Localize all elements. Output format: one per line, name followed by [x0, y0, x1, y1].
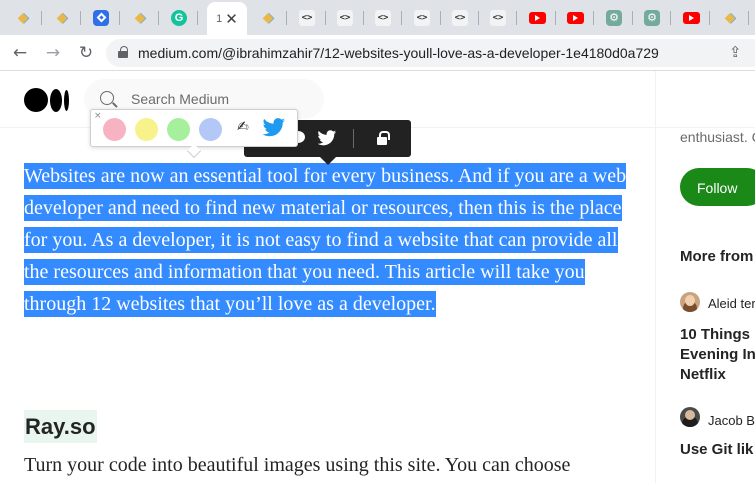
- medium-logo-icon[interactable]: [24, 87, 70, 113]
- story-author[interactable]: Jacob Be: [708, 413, 755, 428]
- tooltip-divider: [353, 129, 354, 148]
- gem-icon: ◆: [17, 9, 29, 26]
- lock-icon[interactable]: [118, 46, 128, 58]
- chatgpt-icon: ⚙: [644, 9, 660, 26]
- browser-tab[interactable]: ⚙: [595, 4, 633, 31]
- browser-tab[interactable]: ◆: [249, 4, 287, 31]
- browser-tab[interactable]: ◆: [4, 4, 42, 31]
- private-note-icon[interactable]: [372, 128, 392, 148]
- browser-tab[interactable]: <>: [479, 4, 517, 31]
- search-icon: [100, 91, 114, 105]
- code-icon: <>: [452, 9, 468, 26]
- intro-paragraph[interactable]: Websites are now an essential tool for e…: [24, 160, 636, 320]
- youtube-icon: [566, 11, 584, 24]
- code-icon: <>: [375, 9, 391, 26]
- twitter-share-icon[interactable]: [262, 118, 286, 140]
- url-text[interactable]: medium.com/@ibrahimzahir7/12-websites-yo…: [138, 45, 659, 61]
- youtube-icon: [528, 11, 546, 24]
- blue-color-swatch[interactable]: [199, 118, 222, 141]
- chatgpt-icon: ⚙: [606, 9, 622, 26]
- highlighter-popup: × ✍: [90, 109, 298, 147]
- diamond-blue-icon: [93, 9, 109, 26]
- youtube-icon: [682, 11, 700, 24]
- grammarly-icon: G: [171, 9, 187, 26]
- section-heading: Ray.so: [24, 410, 97, 443]
- story-title[interactable]: Use Git lik: [680, 440, 753, 460]
- reload-icon[interactable]: ↻: [74, 41, 98, 65]
- selected-text[interactable]: Websites are now an essential tool for e…: [24, 163, 627, 317]
- search-input[interactable]: Search Medium: [131, 91, 229, 107]
- close-icon[interactable]: ×: [94, 111, 102, 121]
- browser-tab[interactable]: [672, 4, 710, 31]
- green-color-swatch[interactable]: [167, 118, 190, 141]
- browser-tab[interactable]: ◆: [711, 4, 749, 31]
- browser-tab[interactable]: [556, 4, 594, 31]
- story-title[interactable]: 10 Things Evening In Netflix: [680, 325, 755, 385]
- browser-tab[interactable]: ◆: [121, 4, 159, 31]
- code-icon: <>: [299, 9, 315, 26]
- avatar[interactable]: [680, 292, 700, 312]
- browser-tab[interactable]: <>: [403, 4, 441, 31]
- follow-button[interactable]: Follow: [680, 168, 755, 206]
- forward-arrow-icon[interactable]: →: [41, 41, 65, 65]
- pen-icon[interactable]: ✍: [237, 119, 249, 135]
- pink-color-swatch[interactable]: [103, 118, 126, 141]
- browser-tab[interactable]: [518, 4, 556, 31]
- yellow-color-swatch[interactable]: [135, 118, 158, 141]
- sidebar-divider: [655, 71, 656, 483]
- browser-tab[interactable]: G: [160, 4, 198, 31]
- browser-tab[interactable]: [82, 4, 120, 31]
- back-arrow-icon[interactable]: ←: [8, 41, 32, 65]
- browser-tab[interactable]: <>: [364, 4, 402, 31]
- section-paragraph[interactable]: Turn your code into beautiful images usi…: [24, 449, 636, 481]
- browser-tab[interactable]: <>: [288, 4, 326, 31]
- share-icon[interactable]: ⇪: [729, 43, 742, 61]
- gem-icon: ◆: [724, 9, 736, 26]
- address-bar[interactable]: medium.com/@ibrahimzahir7/12-websites-yo…: [106, 39, 755, 67]
- gem-icon: ◆: [262, 9, 274, 26]
- code-icon: <>: [414, 9, 430, 26]
- more-from-heading[interactable]: More from: [680, 248, 753, 265]
- story-author[interactable]: Aleid ter: [708, 296, 755, 311]
- browser-tab-active[interactable]: 1 ✕: [207, 2, 247, 35]
- avatar[interactable]: [680, 407, 700, 427]
- tab-title: 1: [216, 12, 223, 25]
- article-body: Websites are now an essential tool for e…: [24, 160, 636, 320]
- gem-icon: ◆: [134, 9, 146, 26]
- browser-toolbar: ← → ↻ medium.com/@ibrahimzahir7/12-websi…: [0, 35, 755, 71]
- browser-tab[interactable]: <>: [326, 4, 364, 31]
- author-bio: enthusiast. C: [680, 129, 755, 145]
- twitter-icon[interactable]: [317, 128, 337, 148]
- gem-icon: ◆: [56, 9, 68, 26]
- close-tab-icon[interactable]: ✕: [225, 10, 238, 28]
- browser-tab[interactable]: ◆: [43, 4, 81, 31]
- code-icon: <>: [490, 9, 506, 26]
- code-icon: <>: [337, 9, 353, 26]
- browser-tab[interactable]: <>: [441, 4, 479, 31]
- browser-tab[interactable]: ⚙: [633, 4, 671, 31]
- tab-strip: ◆ ◆ ◆ G 1 ✕ ◆ <> <> <> <> <> <> ⚙ ⚙ ◆: [0, 0, 755, 35]
